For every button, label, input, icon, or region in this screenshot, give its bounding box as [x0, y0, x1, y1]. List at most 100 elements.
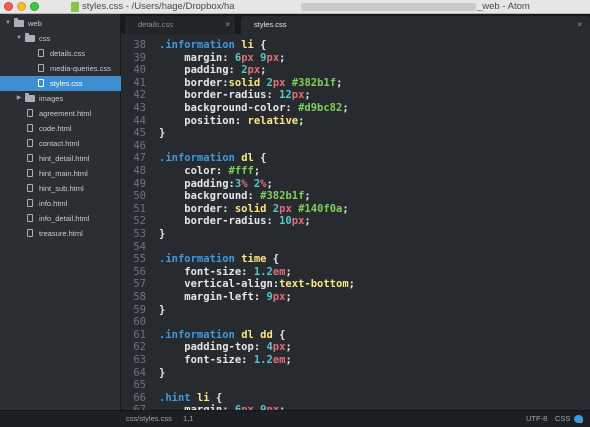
- window-controls: [4, 2, 39, 11]
- code-token: border-radius:: [159, 89, 280, 102]
- tree-item-web[interactable]: ▼ web: [0, 16, 121, 31]
- code-token: vertical-align:: [159, 278, 280, 291]
- document-icon: [71, 2, 79, 12]
- minimize-window-icon[interactable]: [17, 2, 26, 11]
- folder-icon: [25, 33, 35, 42]
- tab-styles-css[interactable]: styles.css ×: [241, 16, 590, 34]
- tab-details-css[interactable]: details.css ×: [125, 16, 235, 34]
- code-text: .information dl {: [159, 152, 267, 165]
- feedback-bird-icon[interactable]: [574, 415, 583, 423]
- code-token: ;: [253, 165, 261, 177]
- tree-item-contact-html[interactable]: contact.html: [0, 136, 121, 151]
- code-token: margin:: [159, 51, 235, 64]
- code-token: margin-left:: [159, 291, 267, 303]
- code-token: {: [266, 253, 280, 266]
- line-number: 66: [133, 391, 146, 404]
- close-icon[interactable]: ×: [225, 16, 230, 34]
- code-token: {: [253, 152, 267, 165]
- code-token: padding:: [159, 177, 235, 190]
- status-cursor-position[interactable]: 1,1: [183, 411, 193, 427]
- code-text: padding: 2px;: [159, 64, 266, 77]
- chevron-right-icon[interactable]: ▶: [16, 91, 22, 106]
- line-number: 60: [133, 316, 146, 329]
- tree-item-label: info_detail.html: [39, 214, 90, 223]
- code-token: .hint: [159, 391, 197, 404]
- code-token: #fff: [228, 165, 254, 177]
- tree-item-label: css: [39, 34, 51, 43]
- code-token: ;: [285, 265, 292, 278]
- file-icon: [38, 49, 44, 57]
- chevron-down-icon[interactable]: ▼: [5, 16, 11, 31]
- code-token: ;: [304, 89, 311, 102]
- tree-item-info-detail-html[interactable]: info_detail.html: [0, 211, 121, 226]
- file-icon: [38, 79, 44, 87]
- code-editor[interactable]: 38 .information li {39 margin: 6px 9px; 40…: [121, 34, 590, 410]
- line-number: 41: [133, 76, 146, 89]
- line-number: 65: [133, 379, 146, 392]
- code-token: ;: [285, 341, 292, 354]
- tree-item-media-queries-css[interactable]: media-queries.css: [0, 61, 121, 76]
- chevron-down-icon[interactable]: ▼: [16, 31, 22, 46]
- code-text: }: [159, 127, 165, 140]
- tree-item-label: treasure.html: [39, 229, 83, 238]
- line-number: 57: [133, 278, 146, 291]
- tree-item-details-css[interactable]: details.css: [0, 46, 121, 61]
- code-token: text-bottom: [279, 278, 349, 291]
- file-icon: [27, 229, 33, 237]
- code-token: border:: [159, 76, 229, 89]
- code-token: background-color:: [159, 102, 299, 114]
- code-token: ;: [285, 291, 292, 303]
- code-token: px: [272, 76, 286, 89]
- code-token: 12: [279, 89, 292, 102]
- maximize-window-icon[interactable]: [30, 2, 39, 11]
- tree-item-code-html[interactable]: code.html: [0, 121, 121, 136]
- code-text: border:solid 2px #382b1f;: [159, 77, 342, 90]
- code-text: .information dl dd {: [159, 329, 285, 342]
- file-icon: [27, 184, 33, 192]
- tree-item-info-html[interactable]: info.html: [0, 196, 121, 211]
- tree-item-treasure-html[interactable]: treasure.html: [0, 226, 121, 241]
- code-text: .information time {: [159, 253, 279, 266]
- code-text: vertical-align:text-bottom;: [159, 278, 355, 291]
- code-token: {: [253, 39, 267, 51]
- window-titlebar: styles.css - /Users/hage/Dropbox/ha _web…: [0, 0, 590, 14]
- tree-item-label: web: [28, 19, 42, 28]
- status-grammar[interactable]: CSS: [555, 411, 570, 427]
- code-text: border-radius: 12px;: [159, 89, 311, 102]
- close-window-icon[interactable]: [4, 2, 13, 11]
- code-token: ;: [279, 51, 286, 64]
- tree-item-hint-sub-html[interactable]: hint_sub.html: [0, 181, 121, 196]
- code-token: dl dd: [241, 328, 273, 341]
- tree-item-label: hint_main.html: [39, 169, 88, 178]
- line-number: 46: [133, 139, 146, 152]
- code-text: color: #fff;: [159, 165, 260, 178]
- tree-item-hint-main-html[interactable]: hint_main.html: [0, 166, 121, 181]
- code-token: 10: [279, 215, 292, 228]
- code-token: px: [241, 51, 254, 64]
- tree-item-styles-css[interactable]: styles.css: [0, 76, 121, 91]
- line-number: 64: [133, 366, 146, 379]
- folder-icon: [25, 93, 35, 102]
- line-number: 40: [133, 64, 146, 77]
- tree-item-css[interactable]: ▼ css: [0, 31, 121, 46]
- code-token: }: [159, 366, 166, 379]
- file-icon: [27, 154, 33, 162]
- code-token: px: [247, 64, 261, 77]
- status-encoding[interactable]: UTF-8: [526, 411, 547, 427]
- code-token: dl: [241, 152, 254, 165]
- line-number: 45: [133, 127, 146, 140]
- close-icon[interactable]: ×: [577, 16, 582, 34]
- line-number: 48: [133, 165, 146, 177]
- line-number: 52: [133, 215, 146, 228]
- file-icon: [27, 139, 33, 147]
- tree-item-images[interactable]: ▶ images: [0, 91, 121, 106]
- code-text: }: [159, 228, 165, 241]
- code-token: }: [159, 303, 166, 316]
- tree-item-agreement-html[interactable]: agreement.html: [0, 106, 121, 121]
- tree-item-hint-detail-html[interactable]: hint_detail.html: [0, 151, 121, 166]
- file-icon: [27, 109, 33, 117]
- code-token: solid: [234, 202, 267, 215]
- code-token: li: [196, 391, 210, 404]
- status-file-path[interactable]: css/styles.css: [126, 411, 172, 427]
- line-number: 61: [133, 328, 146, 341]
